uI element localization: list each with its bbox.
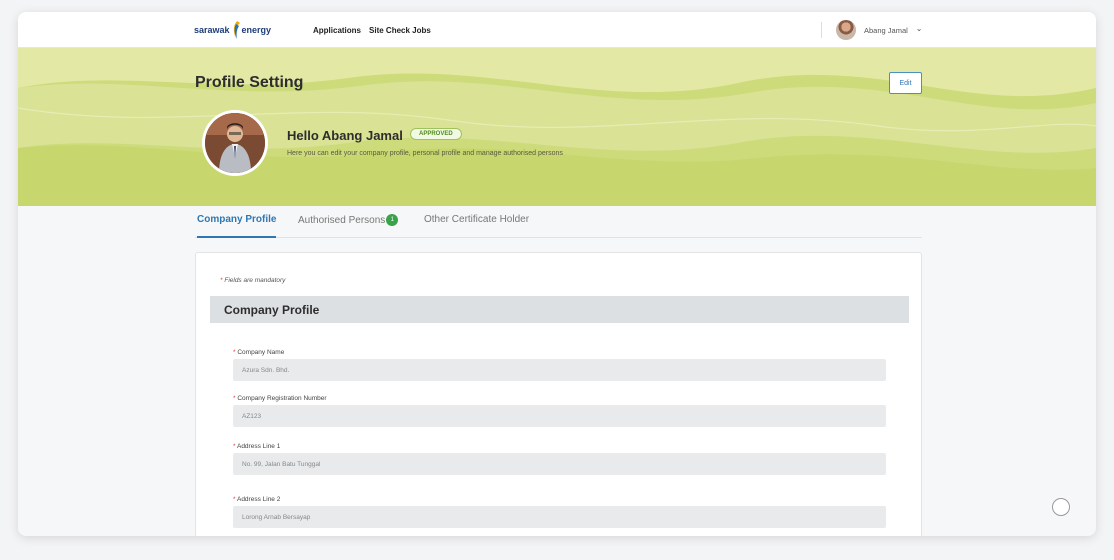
profile-photo[interactable]	[202, 110, 268, 176]
avatar[interactable]	[836, 20, 856, 40]
nav-site-check-jobs[interactable]: Site Check Jobs	[369, 26, 431, 35]
field-label-address-line-1: * Address Line 1	[233, 443, 280, 450]
mandatory-note-text: Fields are mandatory	[224, 277, 286, 284]
edit-button[interactable]: Edit	[889, 72, 922, 94]
nav-applications[interactable]: Applications	[313, 26, 361, 35]
field-label-address-line-2: * Address Line 2	[233, 496, 280, 503]
top-navbar: sarawak energy Applications Site Check J…	[18, 12, 1096, 48]
label-text: Company Name	[237, 349, 285, 356]
divider	[821, 22, 822, 38]
banner-subtitle: Here you can edit your company profile, …	[287, 150, 563, 157]
circle-button-icon[interactable]	[1052, 498, 1070, 516]
sarawak-energy-logo[interactable]: sarawak energy	[194, 21, 271, 39]
tab-label: Company Profile	[197, 214, 277, 225]
count-badge: 1	[386, 214, 399, 226]
user-name[interactable]: Abang Jamal	[864, 26, 908, 35]
field-label-company-name: * Company Name	[233, 349, 284, 356]
page-title: Profile Setting	[195, 74, 304, 91]
company-name-input[interactable]: Azura Sdn. Bhd.	[233, 359, 886, 381]
person-photo-icon	[205, 113, 265, 173]
tab-label: Other Certificate Holder	[424, 214, 530, 225]
tab-company-profile[interactable]: Company Profile	[197, 214, 277, 238]
tab-label: Authorised Persons	[298, 215, 386, 226]
logo-text-right: energy	[241, 25, 272, 35]
mandatory-note: * Fields are mandatory	[220, 277, 285, 284]
address-line-2-input[interactable]: Lorong Arnab Bersayap	[233, 506, 886, 528]
user-menu[interactable]: Abang Jamal ⌄	[821, 18, 922, 42]
banner-wave-background	[18, 48, 1096, 206]
profile-tabs: Company Profile Authorised Persons 1 Othe…	[195, 208, 922, 238]
registration-number-input[interactable]: AZ123	[233, 405, 886, 427]
label-text: Address Line 2	[236, 496, 281, 503]
app-window: sarawak energy Applications Site Check J…	[18, 12, 1096, 536]
section-title: Company Profile	[210, 296, 909, 323]
company-profile-form: * Fields are mandatory Company Profile *…	[195, 252, 922, 536]
status-badge: APPROVED	[410, 128, 462, 140]
main-nav: Applications Site Check Jobs	[313, 26, 431, 35]
logo-text-left: sarawak	[194, 25, 230, 35]
label-text: Address Line 1	[236, 443, 281, 450]
flame-icon	[233, 21, 240, 39]
greeting: Hello Abang Jamal	[287, 128, 403, 143]
tab-authorised-persons[interactable]: Authorised Persons 1	[298, 214, 399, 238]
chevron-down-icon[interactable]: ⌄	[916, 24, 923, 33]
profile-banner: Profile Setting Edit Hello Abang Jamal A…	[18, 48, 1096, 206]
field-label-registration-number: * Company Registration Number	[233, 395, 327, 402]
label-text: Company Registration Number	[237, 395, 327, 402]
address-line-1-input[interactable]: No. 99, Jalan Batu Tunggal	[233, 453, 886, 475]
tab-other-certificate-holder[interactable]: Other Certificate Holder	[424, 214, 529, 238]
